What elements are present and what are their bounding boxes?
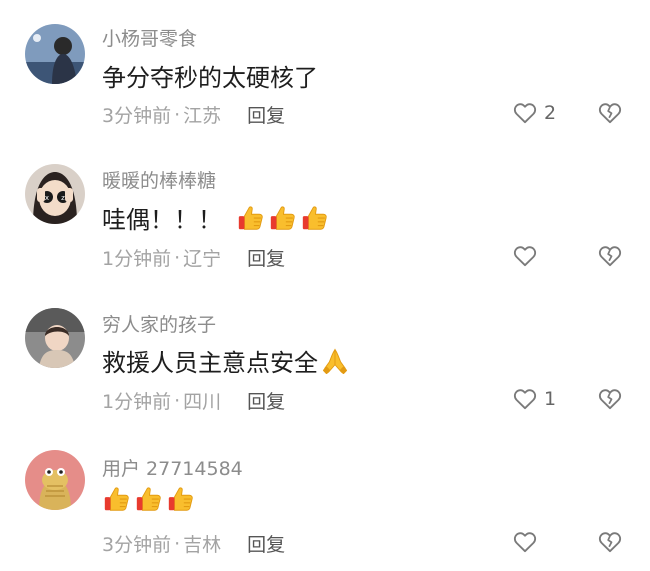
meta-separator: ·	[174, 103, 181, 126]
dislike-button[interactable]	[597, 529, 623, 559]
comment-meta: 3分钟前 · 江苏 回复	[102, 101, 285, 128]
thumbs-up-emoji	[102, 484, 132, 514]
broken-heart-icon	[597, 386, 623, 412]
thumbs-up-emoji	[134, 484, 164, 514]
comment-item: 用户 27714584 3分钟前 · 吉林 回复	[0, 428, 650, 568]
comment-time: 3分钟前	[102, 534, 172, 556]
thumbs-up-emoji	[166, 484, 196, 514]
broken-heart-icon	[597, 100, 623, 126]
avatar[interactable]	[25, 308, 85, 368]
heart-outline-icon	[512, 100, 538, 126]
reply-button[interactable]: 回复	[247, 101, 285, 128]
comment-text: 争分夺秒的太硬核了	[102, 58, 318, 93]
reply-button[interactable]: 回复	[247, 387, 285, 414]
comment-text: 救援人员主意点安全	[102, 343, 352, 378]
comment-text	[102, 484, 198, 514]
heart-outline-icon	[512, 243, 538, 269]
like-button[interactable]	[512, 529, 538, 555]
comment-item: 穷人家的孩子 救援人员主意点安全 1分钟前 · 四川 回复 1	[0, 285, 650, 425]
comment-username[interactable]: 用户 27714584	[102, 454, 243, 481]
comment-meta: 1分钟前 · 辽宁 回复	[102, 244, 285, 271]
thumbs-up-emoji	[236, 203, 266, 233]
comment-meta: 1分钟前 · 四川 回复	[102, 387, 285, 414]
comment-time: 1分钟前	[102, 248, 172, 270]
dislike-button[interactable]	[597, 386, 623, 416]
avatar[interactable]: x z	[25, 164, 85, 224]
dislike-button[interactable]	[597, 100, 623, 130]
svg-text:x: x	[45, 194, 49, 202]
comment-username[interactable]: 穷人家的孩子	[102, 310, 216, 337]
comment-text-body: 救援人员主意点安全	[102, 349, 318, 377]
comment-username[interactable]: 暖暖的棒棒糖	[102, 166, 216, 193]
comment-time: 3分钟前	[102, 105, 172, 127]
comment-item: 小杨哥零食 争分夺秒的太硬核了 3分钟前 · 江苏 回复 2	[0, 0, 650, 140]
comment-time: 1分钟前	[102, 391, 172, 413]
svg-text:z: z	[61, 194, 65, 202]
thumbs-up-emoji	[300, 203, 330, 233]
like-count: 2	[544, 102, 557, 124]
broken-heart-icon	[597, 243, 623, 269]
comment-location: 江苏	[183, 105, 222, 127]
meta-separator: ·	[174, 389, 181, 412]
comment-location: 辽宁	[183, 248, 222, 270]
comment-location: 四川	[183, 391, 222, 413]
thumbs-up-emoji	[268, 203, 298, 233]
like-button[interactable]: 2	[512, 100, 556, 126]
comment-meta: 3分钟前 · 吉林 回复	[102, 530, 285, 557]
broken-heart-icon	[597, 529, 623, 555]
comment-text: 哇偶！！！	[102, 200, 332, 235]
meta-separator: ·	[174, 246, 181, 269]
heart-outline-icon	[512, 529, 538, 555]
heart-outline-icon	[512, 386, 538, 412]
reply-button[interactable]: 回复	[247, 530, 285, 557]
like-button[interactable]	[512, 243, 538, 269]
avatar[interactable]	[25, 450, 85, 510]
avatar[interactable]	[25, 24, 85, 84]
meta-separator: ·	[174, 532, 181, 555]
comment-username[interactable]: 小杨哥零食	[102, 24, 197, 51]
like-count: 1	[544, 388, 557, 410]
comment-text-body: 争分夺秒的太硬核了	[102, 64, 318, 92]
reply-button[interactable]: 回复	[247, 244, 285, 271]
dislike-button[interactable]	[597, 243, 623, 273]
comment-item: x z 暖暖的棒棒糖 哇偶！！！ 1分钟前 · 辽宁 回复	[0, 142, 650, 282]
comment-location: 吉林	[183, 534, 222, 556]
comment-text-body: 哇偶！！！	[102, 206, 222, 234]
folded-hands-emoji	[320, 346, 350, 376]
like-button[interactable]: 1	[512, 386, 556, 412]
